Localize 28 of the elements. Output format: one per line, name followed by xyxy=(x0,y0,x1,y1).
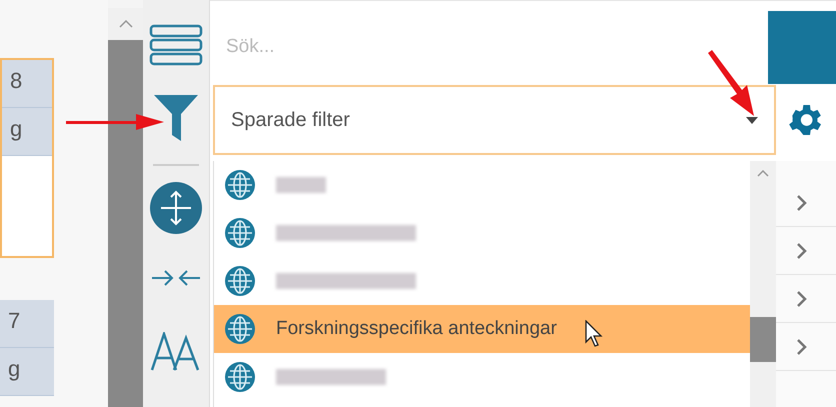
table-cell: g xyxy=(0,348,54,396)
globe-icon xyxy=(224,265,256,297)
filter-option[interactable]: Forskningsspecifika anteckningar xyxy=(214,305,750,353)
scroll-thumb[interactable] xyxy=(750,317,776,362)
funnel-icon[interactable] xyxy=(153,94,199,142)
chevron-right-icon xyxy=(796,242,808,258)
menu-icon[interactable] xyxy=(149,24,203,68)
chevron-right-icon xyxy=(796,338,808,354)
scrollbar[interactable] xyxy=(108,8,143,407)
table-cell: 8 xyxy=(2,60,52,108)
blurred-text xyxy=(276,177,326,193)
globe-icon xyxy=(224,361,256,393)
caret-icon xyxy=(746,116,758,124)
table-cell: 7 xyxy=(0,300,54,348)
chevron-right-icon xyxy=(796,290,808,306)
globe-icon xyxy=(224,217,256,249)
font-size-icon[interactable] xyxy=(150,332,202,372)
saved-filter-dropdown[interactable]: Sparade filter xyxy=(213,85,776,155)
list-scrollbar[interactable] xyxy=(750,161,776,407)
chevron-right-icon xyxy=(796,194,808,210)
mouse-cursor-icon xyxy=(584,320,605,348)
scroll-up-icon[interactable] xyxy=(757,170,769,176)
table-cell: g xyxy=(2,108,52,156)
expand-vertical-icon[interactable] xyxy=(150,182,202,234)
globe-icon xyxy=(224,313,256,345)
collapse-arrows-icon[interactable] xyxy=(150,268,202,288)
scroll-up-icon[interactable] xyxy=(118,20,132,28)
globe-icon xyxy=(224,169,256,201)
